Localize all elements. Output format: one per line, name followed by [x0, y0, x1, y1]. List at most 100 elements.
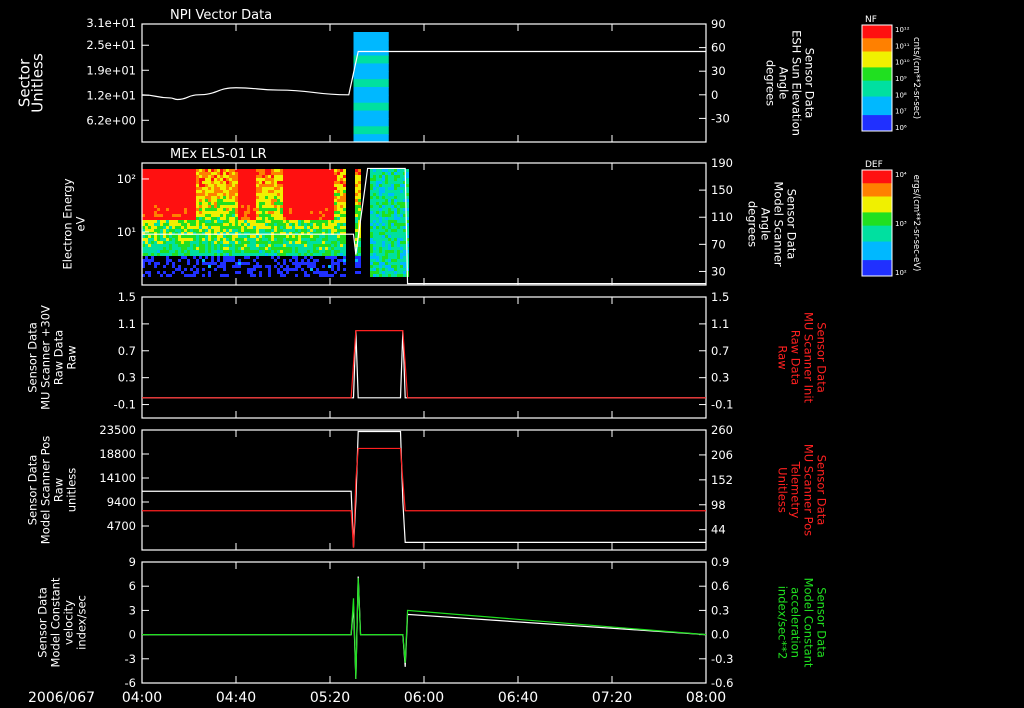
y2-axis-label-line: degrees [746, 201, 760, 247]
spectrogram-cell [328, 178, 331, 181]
spectrogram-cell [163, 238, 166, 241]
spectrogram-cell [301, 211, 304, 214]
spectrogram-cell [289, 226, 292, 229]
spectrogram-cell [256, 202, 259, 205]
spectrogram-cell [353, 118, 389, 127]
spectrogram-cell [373, 178, 376, 181]
spectrogram-cell [214, 175, 217, 178]
spectrogram-cell [181, 181, 184, 184]
x-tick-label: 08:00 [686, 690, 726, 706]
spectrogram-cell [256, 193, 259, 196]
spectrogram-cell [322, 274, 325, 277]
spectrogram-cell [295, 223, 298, 226]
spectrogram-cell [280, 271, 283, 274]
spectrogram-cell [313, 184, 316, 187]
spectrogram-cell [154, 262, 157, 265]
spectrogram-cell [289, 247, 292, 250]
spectrogram-cell [343, 208, 346, 211]
spectrogram-cell [172, 220, 175, 223]
spectrogram-cell [163, 190, 166, 193]
spectrogram-cell [190, 247, 193, 250]
colorbar-tag: NF [865, 15, 877, 25]
spectrogram-cell [157, 199, 160, 202]
spectrogram-cell [169, 250, 172, 253]
spectrogram-cell [394, 178, 397, 181]
spectrogram-cell [301, 238, 304, 241]
spectrogram-cell [400, 214, 403, 217]
spectrogram-cell [286, 271, 289, 274]
spectrogram-cell [403, 241, 406, 244]
spectrogram-cell [151, 190, 154, 193]
spectrogram-cell [385, 241, 388, 244]
spectrogram-cell [160, 220, 163, 223]
spectrogram-cell [199, 220, 202, 223]
y-axis-label-line: Electron Energy [61, 178, 75, 269]
spectrogram-cell [277, 229, 280, 232]
spectrogram-cell [169, 274, 172, 277]
spectrogram-cell [250, 271, 253, 274]
spectrogram-cell [394, 238, 397, 241]
spectrogram-cell [184, 199, 187, 202]
spectrogram-cell [178, 241, 181, 244]
spectrogram-cell [274, 253, 277, 256]
spectrogram-cell [292, 187, 295, 190]
spectrogram-cell [238, 205, 241, 208]
spectrogram-cell [313, 262, 316, 265]
spectrogram-cell [169, 205, 172, 208]
spectrogram-cell [148, 184, 151, 187]
spectrogram-cell [211, 247, 214, 250]
spectrogram-cell [259, 181, 262, 184]
spectrogram-cell [334, 172, 337, 175]
spectrogram-cell [148, 211, 151, 214]
spectrogram-cell [187, 235, 190, 238]
spectrogram-cell [226, 172, 229, 175]
spectrogram-cell [373, 217, 376, 220]
y2-tick-label: 0.6 [711, 579, 729, 593]
spectrogram-cell [253, 229, 256, 232]
spectrogram-cell [232, 211, 235, 214]
spectrogram-cell [163, 253, 166, 256]
spectrogram-cell [154, 247, 157, 250]
y-tick-label: 9400 [107, 495, 136, 509]
spectrogram-cell [325, 247, 328, 250]
spectrogram-cell [190, 253, 193, 256]
spectrogram-cell [274, 190, 277, 193]
spectrogram-cell [391, 238, 394, 241]
spectrogram-cell [226, 220, 229, 223]
spectrogram-cell [391, 232, 394, 235]
spectrogram-cell [400, 211, 403, 214]
spectrogram-cell [355, 187, 358, 190]
spectrogram-cell [319, 199, 322, 202]
spectrogram-cell [274, 217, 277, 220]
spectrogram-cell [241, 235, 244, 238]
spectrogram-cell [343, 244, 346, 247]
spectrogram-cell [382, 244, 385, 247]
spectrogram-cell [274, 229, 277, 232]
spectrogram-cell [319, 169, 322, 172]
spectrogram-cell [238, 208, 241, 211]
spectrogram-cell [400, 271, 403, 274]
spectrogram-cell [319, 187, 322, 190]
spectrogram-cell [271, 253, 274, 256]
spectrogram-cell [190, 274, 193, 277]
spectrogram-cell [358, 256, 361, 259]
spectrogram-cell [313, 241, 316, 244]
spectrogram-cell [190, 190, 193, 193]
spectrogram-cell [172, 214, 175, 217]
spectrogram-cell [274, 238, 277, 241]
spectrogram-cell [247, 247, 250, 250]
spectrogram-cell [187, 169, 190, 172]
spectrogram-cell [283, 217, 286, 220]
spectrogram-cell [328, 253, 331, 256]
y-max-label: 3.1e+01 [86, 16, 136, 30]
spectrogram-cell [355, 193, 358, 196]
spectrogram-cell [382, 172, 385, 175]
spectrogram-cell [184, 247, 187, 250]
spectrogram-cell [181, 208, 184, 211]
spectrogram-cell [334, 211, 337, 214]
spectrogram-cell [202, 193, 205, 196]
spectrogram-cell [388, 193, 391, 196]
spectrogram-cell [196, 223, 199, 226]
spectrogram-cell [325, 184, 328, 187]
spectrogram-cell [205, 175, 208, 178]
